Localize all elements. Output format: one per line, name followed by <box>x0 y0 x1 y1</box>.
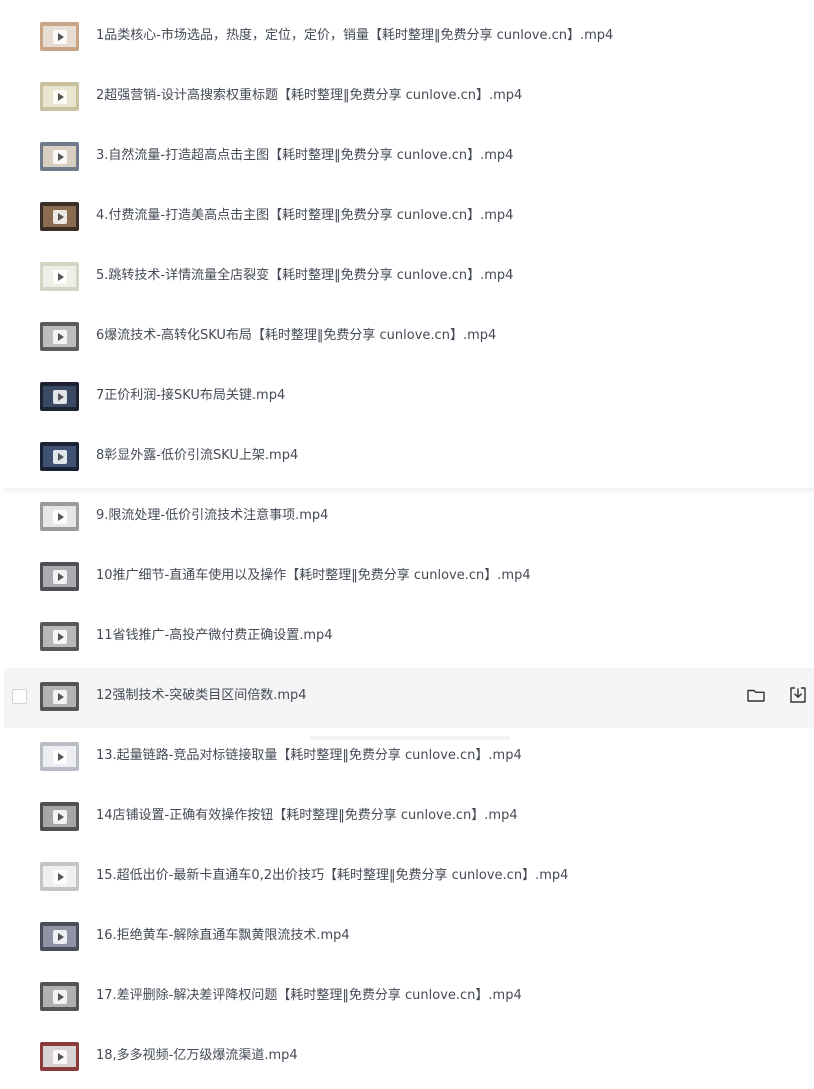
file-name[interactable]: 2超强营销-设计高搜索权重标题【耗时整理‖免费分享 cunlove.cn】.mp… <box>96 86 522 106</box>
play-icon <box>52 749 67 764</box>
video-thumbnail[interactable] <box>40 82 79 111</box>
scroll-hint-bar <box>310 736 510 740</box>
file-row[interactable]: 3.自然流量-打造超高点击主图【耗时整理‖免费分享 cunlove.cn】.mp… <box>0 128 814 188</box>
video-thumbnail[interactable] <box>40 862 79 891</box>
file-row[interactable]: 14店铺设置-正确有效操作按钮【耗时整理‖免费分享 cunlove.cn】.mp… <box>0 788 814 848</box>
video-thumbnail[interactable] <box>40 562 79 591</box>
play-icon <box>52 449 67 464</box>
sticky-divider <box>4 488 814 494</box>
video-thumbnail[interactable] <box>40 922 79 951</box>
file-row[interactable]: 16.拒绝黄车-解除直通车飘黄限流技术.mp4 <box>0 908 814 968</box>
file-name[interactable]: 7正价利润-接SKU布局关键.mp4 <box>96 386 285 406</box>
play-icon <box>52 809 67 824</box>
video-thumbnail[interactable] <box>40 142 79 171</box>
video-thumbnail[interactable] <box>40 682 79 711</box>
play-icon <box>52 989 67 1004</box>
file-name[interactable]: 5.跳转技术-详情流量全店裂变【耗时整理‖免费分享 cunlove.cn】.mp… <box>96 266 513 286</box>
file-row[interactable]: 17.差评删除-解决差评降权问题【耗时整理‖免费分享 cunlove.cn】.m… <box>0 968 814 1028</box>
play-icon <box>52 929 67 944</box>
file-row[interactable]: 11省钱推广-高投产微付费正确设置.mp4 <box>0 608 814 668</box>
file-row[interactable]: 10推广细节-直通车使用以及操作【耗时整理‖免费分享 cunlove.cn】.m… <box>0 548 814 608</box>
play-icon <box>52 509 67 524</box>
file-row[interactable]: 1品类核心-市场选品，热度，定位，定价，销量【耗时整理‖免费分享 cunlove… <box>0 8 814 68</box>
file-name[interactable]: 13.起量链路-竞品对标链接取量【耗时整理‖免费分享 cunlove.cn】.m… <box>96 746 522 766</box>
video-thumbnail[interactable] <box>40 622 79 651</box>
play-icon <box>52 209 67 224</box>
file-row[interactable]: 7正价利润-接SKU布局关键.mp4 <box>0 368 814 428</box>
play-icon <box>52 629 67 644</box>
video-thumbnail[interactable] <box>40 262 79 291</box>
play-icon <box>52 89 67 104</box>
file-name[interactable]: 17.差评删除-解决差评降权问题【耗时整理‖免费分享 cunlove.cn】.m… <box>96 986 522 1006</box>
file-name[interactable]: 9.限流处理-低价引流技术注意事项.mp4 <box>96 506 328 526</box>
file-name[interactable]: 8彰显外露-低价引流SKU上架.mp4 <box>96 446 298 466</box>
file-row[interactable]: 15.超低出价-最新卡直通车0,2出价技巧【耗时整理‖免费分享 cunlove.… <box>0 848 814 908</box>
row-actions <box>746 685 808 705</box>
folder-icon[interactable] <box>746 685 766 705</box>
play-icon <box>52 329 67 344</box>
file-name[interactable]: 16.拒绝黄车-解除直通车飘黄限流技术.mp4 <box>96 926 350 946</box>
play-icon <box>52 1049 67 1064</box>
file-name[interactable]: 3.自然流量-打造超高点击主图【耗时整理‖免费分享 cunlove.cn】.mp… <box>96 146 513 166</box>
play-icon <box>52 149 67 164</box>
file-list: 1品类核心-市场选品，热度，定位，定价，销量【耗时整理‖免费分享 cunlove… <box>0 8 814 1088</box>
download-icon[interactable] <box>788 685 808 705</box>
video-thumbnail[interactable] <box>40 442 79 471</box>
video-thumbnail[interactable] <box>40 742 79 771</box>
play-icon <box>52 689 67 704</box>
file-name[interactable]: 18,多多视频-亿万级爆流渠道.mp4 <box>96 1046 298 1066</box>
video-thumbnail[interactable] <box>40 1042 79 1071</box>
file-row[interactable]: 2超强营销-设计高搜索权重标题【耗时整理‖免费分享 cunlove.cn】.mp… <box>0 68 814 128</box>
file-name[interactable]: 10推广细节-直通车使用以及操作【耗时整理‖免费分享 cunlove.cn】.m… <box>96 566 531 586</box>
file-row[interactable]: 4.付费流量-打造美高点击主图【耗时整理‖免费分享 cunlove.cn】.mp… <box>0 188 814 248</box>
video-thumbnail[interactable] <box>40 22 79 51</box>
row-checkbox[interactable] <box>12 689 27 704</box>
file-name[interactable]: 15.超低出价-最新卡直通车0,2出价技巧【耗时整理‖免费分享 cunlove.… <box>96 866 568 886</box>
file-name[interactable]: 4.付费流量-打造美高点击主图【耗时整理‖免费分享 cunlove.cn】.mp… <box>96 206 513 226</box>
file-name[interactable]: 14店铺设置-正确有效操作按钮【耗时整理‖免费分享 cunlove.cn】.mp… <box>96 806 518 826</box>
file-row[interactable]: 18,多多视频-亿万级爆流渠道.mp4 <box>0 1028 814 1088</box>
file-name[interactable]: 1品类核心-市场选品，热度，定位，定价，销量【耗时整理‖免费分享 cunlove… <box>96 26 613 46</box>
file-name[interactable]: 11省钱推广-高投产微付费正确设置.mp4 <box>96 626 333 646</box>
file-name[interactable]: 6爆流技术-高转化SKU布局【耗时整理‖免费分享 cunlove.cn】.mp4 <box>96 326 496 346</box>
file-row[interactable]: 9.限流处理-低价引流技术注意事项.mp4 <box>0 488 814 548</box>
file-name[interactable]: 12强制技术-突破类目区间倍数.mp4 <box>96 686 307 706</box>
file-row[interactable]: 12强制技术-突破类目区间倍数.mp4 <box>4 668 814 728</box>
play-icon <box>52 269 67 284</box>
file-row[interactable]: 6爆流技术-高转化SKU布局【耗时整理‖免费分享 cunlove.cn】.mp4 <box>0 308 814 368</box>
play-icon <box>52 869 67 884</box>
play-icon <box>52 29 67 44</box>
play-icon <box>52 569 67 584</box>
video-thumbnail[interactable] <box>40 322 79 351</box>
play-icon <box>52 389 67 404</box>
file-row[interactable]: 5.跳转技术-详情流量全店裂变【耗时整理‖免费分享 cunlove.cn】.mp… <box>0 248 814 308</box>
file-row[interactable]: 8彰显外露-低价引流SKU上架.mp4 <box>0 428 814 488</box>
video-thumbnail[interactable] <box>40 802 79 831</box>
video-thumbnail[interactable] <box>40 502 79 531</box>
video-thumbnail[interactable] <box>40 982 79 1011</box>
video-thumbnail[interactable] <box>40 202 79 231</box>
video-thumbnail[interactable] <box>40 382 79 411</box>
